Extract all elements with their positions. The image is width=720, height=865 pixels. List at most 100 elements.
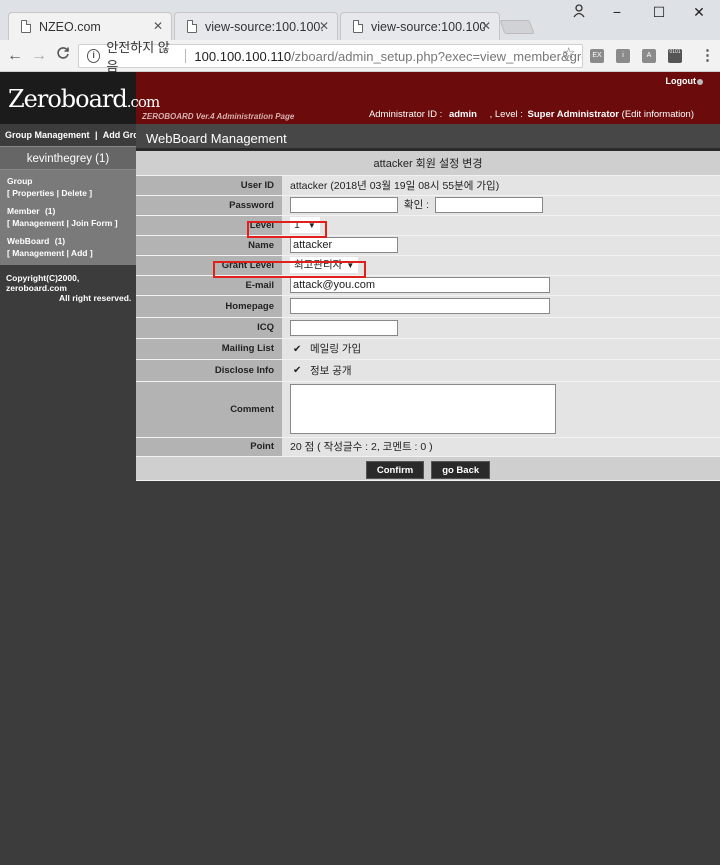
comment-textarea[interactable] (290, 384, 556, 434)
member-links[interactable]: [ Management | Join Form ] (7, 217, 130, 229)
confirm-password-label: 확인 : (403, 198, 430, 211)
go-back-button[interactable]: go Back (431, 460, 491, 479)
forward-button[interactable]: → (28, 46, 50, 66)
name-field[interactable]: attacker (290, 237, 398, 253)
browser-menu-icon[interactable]: ⋮ (700, 46, 715, 64)
tab-title: view-source:100.100.100 (205, 19, 323, 34)
page-icon (353, 20, 363, 33)
tab-view-source-2[interactable]: view-source:100.100.100 ✕ (340, 12, 500, 40)
member-form: attacker 회원 설정 변경 User ID attacker (2018년… (136, 151, 720, 481)
url-host: 100.100.100.110 (194, 48, 292, 64)
webboard-heading: WebBoard (1) (7, 235, 130, 247)
close-icon[interactable]: ✕ (319, 19, 329, 33)
password-field[interactable] (290, 197, 398, 214)
mailing-list-checkbox[interactable]: ✔ (293, 344, 304, 355)
confirm-password-field[interactable] (435, 197, 543, 214)
highlight-box-level (247, 221, 327, 238)
homepage-field[interactable] (290, 298, 550, 314)
page: Zeroboard.com Logout ZEROBOARD Ver.4 Adm… (0, 72, 720, 865)
bookmark-star-icon[interactable]: ☆ (562, 44, 575, 62)
info-icon[interactable]: i (87, 49, 101, 63)
divider (185, 49, 187, 63)
page-icon (187, 20, 197, 33)
new-tab-button[interactable] (499, 20, 535, 34)
admin-info: Administrator ID : admin , Level : Super… (369, 109, 694, 120)
admin-banner: Zeroboard.com Logout ZEROBOARD Ver.4 Adm… (0, 72, 720, 124)
logout-icon (697, 79, 703, 85)
user-id-value: attacker (2018년 03월 19일 08시 55분에 가입) (282, 175, 720, 196)
group-links[interactable]: [ Properties | Delete ] (7, 187, 130, 199)
disclose-info-label: Disclose Info (136, 359, 282, 382)
name-label: Name (136, 235, 282, 256)
point-value: 20 점 ( 작성글수 : 2, 코멘트 : 0 ) (282, 437, 720, 457)
form-caption: attacker 회원 설정 변경 (136, 151, 720, 176)
maximize-button[interactable]: ☐ (638, 0, 680, 26)
info-extension-icon[interactable]: i (616, 49, 630, 63)
homepage-label: Homepage (136, 295, 282, 318)
main-content: WebBoard Management attacker 회원 설정 변경 Us… (136, 124, 720, 481)
admin-id-label: Administrator ID : (368, 109, 443, 120)
url-path: /zboard/admin_setup.php?exec=view_member… (291, 48, 582, 64)
admin-id: admin (448, 109, 477, 120)
group-management-link[interactable]: Group Management (5, 130, 90, 140)
copyright-line-1: Copyright(C)2000, zeroboard.com (6, 273, 80, 293)
logo-suffix: .com (126, 93, 160, 111)
sidebar-header: Group Management | Add Group (0, 124, 150, 146)
password-label: Password (136, 195, 282, 216)
member-heading: Member (1) (7, 205, 130, 217)
address-bar[interactable]: i 안전하지 않음 100.100.100.110 /zboard/admin_… (78, 40, 583, 74)
close-icon[interactable]: ✕ (481, 19, 491, 33)
group-name[interactable]: kevinthegrey (1) (0, 146, 136, 170)
email-label: E-mail (136, 275, 282, 296)
tab-title: NZEO.com (39, 19, 101, 34)
minimize-button[interactable]: − (596, 0, 638, 26)
security-label: 안전하지 않음 (106, 40, 170, 74)
binary-extension-icon[interactable]: 0101 (668, 49, 682, 63)
page-title: WebBoard Management (136, 124, 720, 151)
email-field[interactable]: attack@you.com (290, 277, 550, 293)
profile-icon[interactable] (573, 4, 585, 18)
page-icon (21, 20, 31, 33)
logo-text: Zeroboard (8, 85, 128, 113)
button-row: Confirm go Back (136, 456, 720, 481)
ex-extension-icon[interactable]: EX (590, 49, 604, 63)
webboard-count: (1) (54, 236, 66, 246)
icq-field[interactable] (290, 319, 398, 336)
member-label: Member (7, 206, 40, 216)
disclose-info-text: 정보 공개 (310, 364, 352, 377)
webboard-links[interactable]: [ Management | Add ] (7, 247, 130, 259)
point-label: Point (136, 437, 282, 457)
logout-link[interactable]: Logout (666, 76, 697, 86)
confirm-button[interactable]: Confirm (365, 460, 425, 479)
zeroboard-logo: Zeroboard.com (0, 72, 160, 124)
separator: | (95, 130, 98, 140)
browser-tab-bar: NZEO.com ✕ view-source:100.100.100 ✕ vie… (0, 0, 720, 40)
close-icon[interactable]: ✕ (153, 19, 163, 33)
close-window-button[interactable]: ✕ (678, 0, 720, 26)
copyright: Copyright(C)2000, zeroboard.com All righ… (0, 265, 136, 303)
comment-label: Comment (136, 381, 282, 438)
member-count: (1) (44, 206, 56, 216)
mailing-list-text: 메일링 가입 (310, 343, 362, 355)
sidebar: Group Management | Add Group kevinthegre… (0, 124, 150, 865)
webboard-label: WebBoard (7, 236, 50, 246)
group-label: Group (7, 176, 33, 186)
group-menu: Group [ Properties | Delete ] Member (1)… (0, 170, 136, 265)
tab-view-source-1[interactable]: view-source:100.100.100 ✕ (174, 12, 338, 40)
level-label: , Level : (489, 109, 523, 120)
user-id-label: User ID (136, 175, 282, 196)
disclose-info-checkbox[interactable]: ✔ (293, 365, 304, 376)
reload-button[interactable] (52, 46, 74, 66)
highlight-box-grant-level (213, 261, 366, 278)
icq-label: ICQ (136, 317, 282, 339)
admin-level: Super Administrator (527, 109, 620, 120)
reload-icon (57, 47, 69, 59)
back-button[interactable]: ← (4, 46, 26, 66)
version-text: ZEROBOARD Ver.4 Administration Page (142, 112, 295, 121)
mailing-list-label: Mailing List (136, 338, 282, 360)
pdf-extension-icon[interactable]: A (642, 49, 656, 63)
edit-info-link[interactable]: (Edit information) (622, 109, 694, 120)
tab-title: view-source:100.100.100 (371, 19, 485, 34)
tab-nzeo[interactable]: NZEO.com ✕ (8, 12, 172, 40)
browser-toolbar: ← → i 안전하지 않음 100.100.100.110 /zboard/ad… (0, 40, 720, 74)
